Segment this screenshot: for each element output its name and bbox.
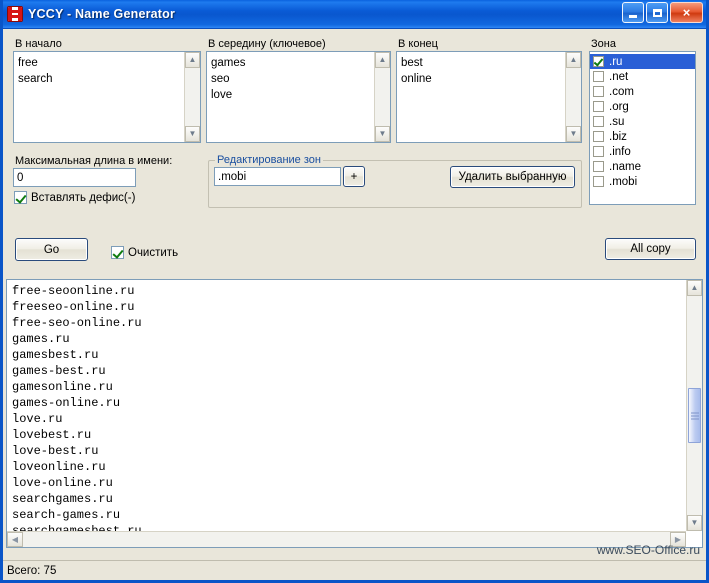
zone-item-checkbox[interactable] — [593, 71, 604, 82]
zone-group-label: Зона — [589, 38, 618, 50]
zone-item-label: .mobi — [609, 175, 638, 188]
scroll-up-icon[interactable]: ▲ — [375, 52, 390, 68]
zone-item-checkbox[interactable] — [593, 56, 604, 67]
zone-item-label: .su — [609, 115, 625, 128]
zone-item-checkbox[interactable] — [593, 176, 604, 187]
status-total-label: Всего: 75 — [7, 564, 57, 577]
zone-item[interactable]: .su — [590, 114, 695, 129]
zone-item[interactable]: .net — [590, 69, 695, 84]
suffix-textarea[interactable]: best online ▲ ▼ — [396, 51, 582, 143]
zone-item-label: .com — [609, 85, 634, 98]
zone-item-checkbox[interactable] — [593, 101, 604, 112]
all-copy-button[interactable]: All copy — [605, 238, 696, 260]
app-shield-icon — [7, 6, 23, 22]
zone-item[interactable]: .org — [590, 99, 695, 114]
application-window: YCCY - Name Generator × В начало free se… — [0, 0, 709, 583]
middle-scrollbar[interactable]: ▲ ▼ — [374, 52, 390, 142]
scroll-down-icon[interactable]: ▼ — [566, 126, 581, 142]
minimize-icon — [629, 14, 637, 18]
scroll-up-icon[interactable]: ▲ — [185, 52, 200, 68]
zone-checkbox-list[interactable]: .ru .net .com .org .su .biz .info .name .mobi — [589, 51, 696, 205]
zone-item-checkbox[interactable] — [593, 146, 604, 157]
zone-item[interactable]: .info — [590, 144, 695, 159]
results-horizontal-scrollbar[interactable]: ◀ ▶ — [7, 531, 686, 547]
results-list[interactable]: free-seoonline.ru freeseo-online.ru free… — [6, 279, 703, 548]
zone-item-label: .net — [609, 70, 629, 83]
add-zone-button[interactable]: + — [343, 166, 365, 187]
scroll-down-icon[interactable]: ▼ — [185, 126, 200, 142]
prefix-group-label: В начало — [13, 38, 64, 50]
results-vertical-scrollbar[interactable]: ▲ ▼ — [686, 280, 702, 531]
max-length-label: Максимальная длина в имени: — [13, 155, 175, 167]
zone-item[interactable]: .biz — [590, 129, 695, 144]
close-icon: × — [682, 5, 691, 20]
zone-item-label: .ru — [609, 55, 623, 68]
clear-checkbox-label: Очистить — [128, 246, 179, 259]
title-bar: YCCY - Name Generator × — [3, 0, 706, 29]
zone-editor-input[interactable]: .mobi — [214, 167, 341, 186]
scroll-down-icon[interactable]: ▼ — [375, 126, 390, 142]
scroll-left-icon[interactable]: ◀ — [7, 532, 23, 547]
scroll-up-icon[interactable]: ▲ — [687, 280, 702, 296]
zone-item-checkbox[interactable] — [593, 161, 604, 172]
hyphen-checkbox[interactable] — [14, 191, 27, 204]
zone-item-checkbox[interactable] — [593, 116, 604, 127]
zone-item-label: .org — [609, 100, 629, 113]
maximize-icon — [652, 8, 662, 17]
scroll-down-icon[interactable]: ▼ — [687, 515, 702, 531]
maximize-button[interactable] — [646, 2, 668, 23]
hyphen-checkbox-row[interactable]: Вставлять дефис(-) — [14, 191, 135, 204]
clear-checkbox-row[interactable]: Очистить — [111, 246, 178, 259]
middle-group-label: В середину (ключевое) — [206, 38, 328, 50]
zone-item-label: .info — [609, 145, 631, 158]
hyphen-checkbox-label: Вставлять дефис(-) — [31, 191, 136, 204]
zone-item[interactable]: .ru — [590, 54, 695, 69]
minimize-button[interactable] — [622, 2, 644, 23]
zone-item-checkbox[interactable] — [593, 86, 604, 97]
suffix-group-label: В конец — [396, 38, 440, 50]
go-button[interactable]: Go — [15, 238, 88, 261]
suffix-textarea-text: best online — [401, 57, 432, 85]
zone-item[interactable]: .com — [590, 84, 695, 99]
zone-editor-label: Редактирование зон — [215, 154, 323, 166]
window-title: YCCY - Name Generator — [28, 7, 176, 21]
prefix-scrollbar[interactable]: ▲ ▼ — [184, 52, 200, 142]
zone-item-checkbox[interactable] — [593, 131, 604, 142]
close-button[interactable]: × — [670, 2, 703, 23]
results-text: free-seoonline.ru freeseo-online.ru free… — [12, 284, 142, 538]
suffix-scrollbar[interactable]: ▲ ▼ — [565, 52, 581, 142]
status-bar: Всего: 75 — [3, 560, 706, 580]
clear-checkbox[interactable] — [111, 246, 124, 259]
window-controls: × — [622, 2, 703, 23]
prefix-textarea-text: free search — [18, 57, 53, 85]
prefix-textarea[interactable]: free search ▲ ▼ — [13, 51, 201, 143]
delete-zone-button[interactable]: Удалить выбранную — [450, 166, 575, 188]
max-length-input[interactable]: 0 — [13, 168, 136, 187]
results-scroll-thumb[interactable] — [688, 388, 701, 443]
scroll-up-icon[interactable]: ▲ — [566, 52, 581, 68]
middle-textarea[interactable]: games seo love ▲ ▼ — [206, 51, 391, 143]
zone-item-label: .name — [609, 160, 641, 173]
zone-item-label: .biz — [609, 130, 627, 143]
zone-item[interactable]: .mobi — [590, 174, 695, 189]
watermark: www.SEO-Office.ru — [596, 543, 700, 557]
middle-textarea-text: games seo love — [211, 57, 246, 101]
zone-item[interactable]: .name — [590, 159, 695, 174]
